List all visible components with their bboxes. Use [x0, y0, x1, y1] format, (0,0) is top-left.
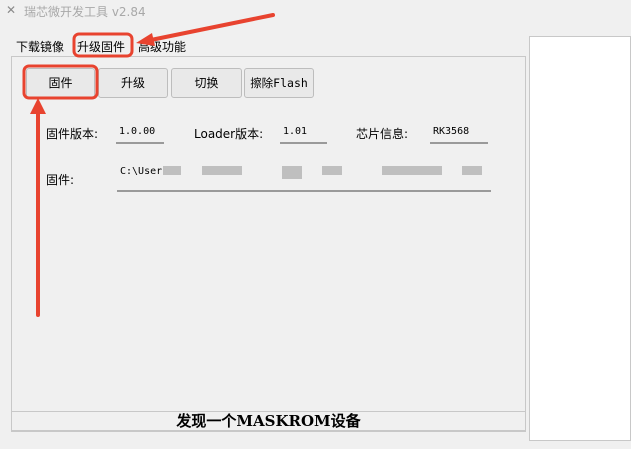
- firmware-path-field: C:\Users: [117, 162, 491, 192]
- switch-button[interactable]: 切换: [171, 68, 242, 98]
- redacted-path-segment: [163, 166, 181, 175]
- tab-upgrade-firmware[interactable]: 升级固件: [77, 38, 125, 56]
- firmware-path-label: 固件:: [46, 173, 75, 187]
- redacted-path-segment: [282, 166, 302, 179]
- status-message: 发现一个MASKROM设备: [176, 412, 361, 430]
- loader-version-field: 1.01: [280, 124, 327, 144]
- title-bar: ✕ 瑞芯微开发工具 v2.84: [0, 0, 631, 22]
- redacted-path-segment: [322, 166, 342, 175]
- chip-info-field: RK3568: [430, 124, 488, 144]
- loader-version-label: Loader版本:: [194, 127, 264, 141]
- redacted-path-segment: [462, 166, 482, 175]
- firmware-button[interactable]: 固件: [26, 68, 95, 98]
- erase-flash-button[interactable]: 擦除Flash: [244, 68, 314, 98]
- tab-download-image[interactable]: 下载镜像: [16, 38, 64, 56]
- firmware-version-field: 1.0.00: [116, 124, 164, 144]
- upgrade-button[interactable]: 升级: [98, 68, 168, 98]
- redacted-path-segment: [382, 166, 442, 175]
- redacted-path-segment: [202, 166, 242, 175]
- firmware-path-text: C:\Users: [120, 166, 169, 177]
- crossed-tools-icon: ✕: [5, 3, 17, 17]
- tab-advanced-functions[interactable]: 高级功能: [138, 38, 186, 56]
- window-title: 瑞芯微开发工具 v2.84: [24, 5, 146, 19]
- upgrade-firmware-panel: [11, 56, 526, 432]
- chip-info-label: 芯片信息:: [356, 127, 409, 141]
- firmware-version-label: 固件版本:: [46, 127, 99, 141]
- device-list-panel: [529, 36, 631, 441]
